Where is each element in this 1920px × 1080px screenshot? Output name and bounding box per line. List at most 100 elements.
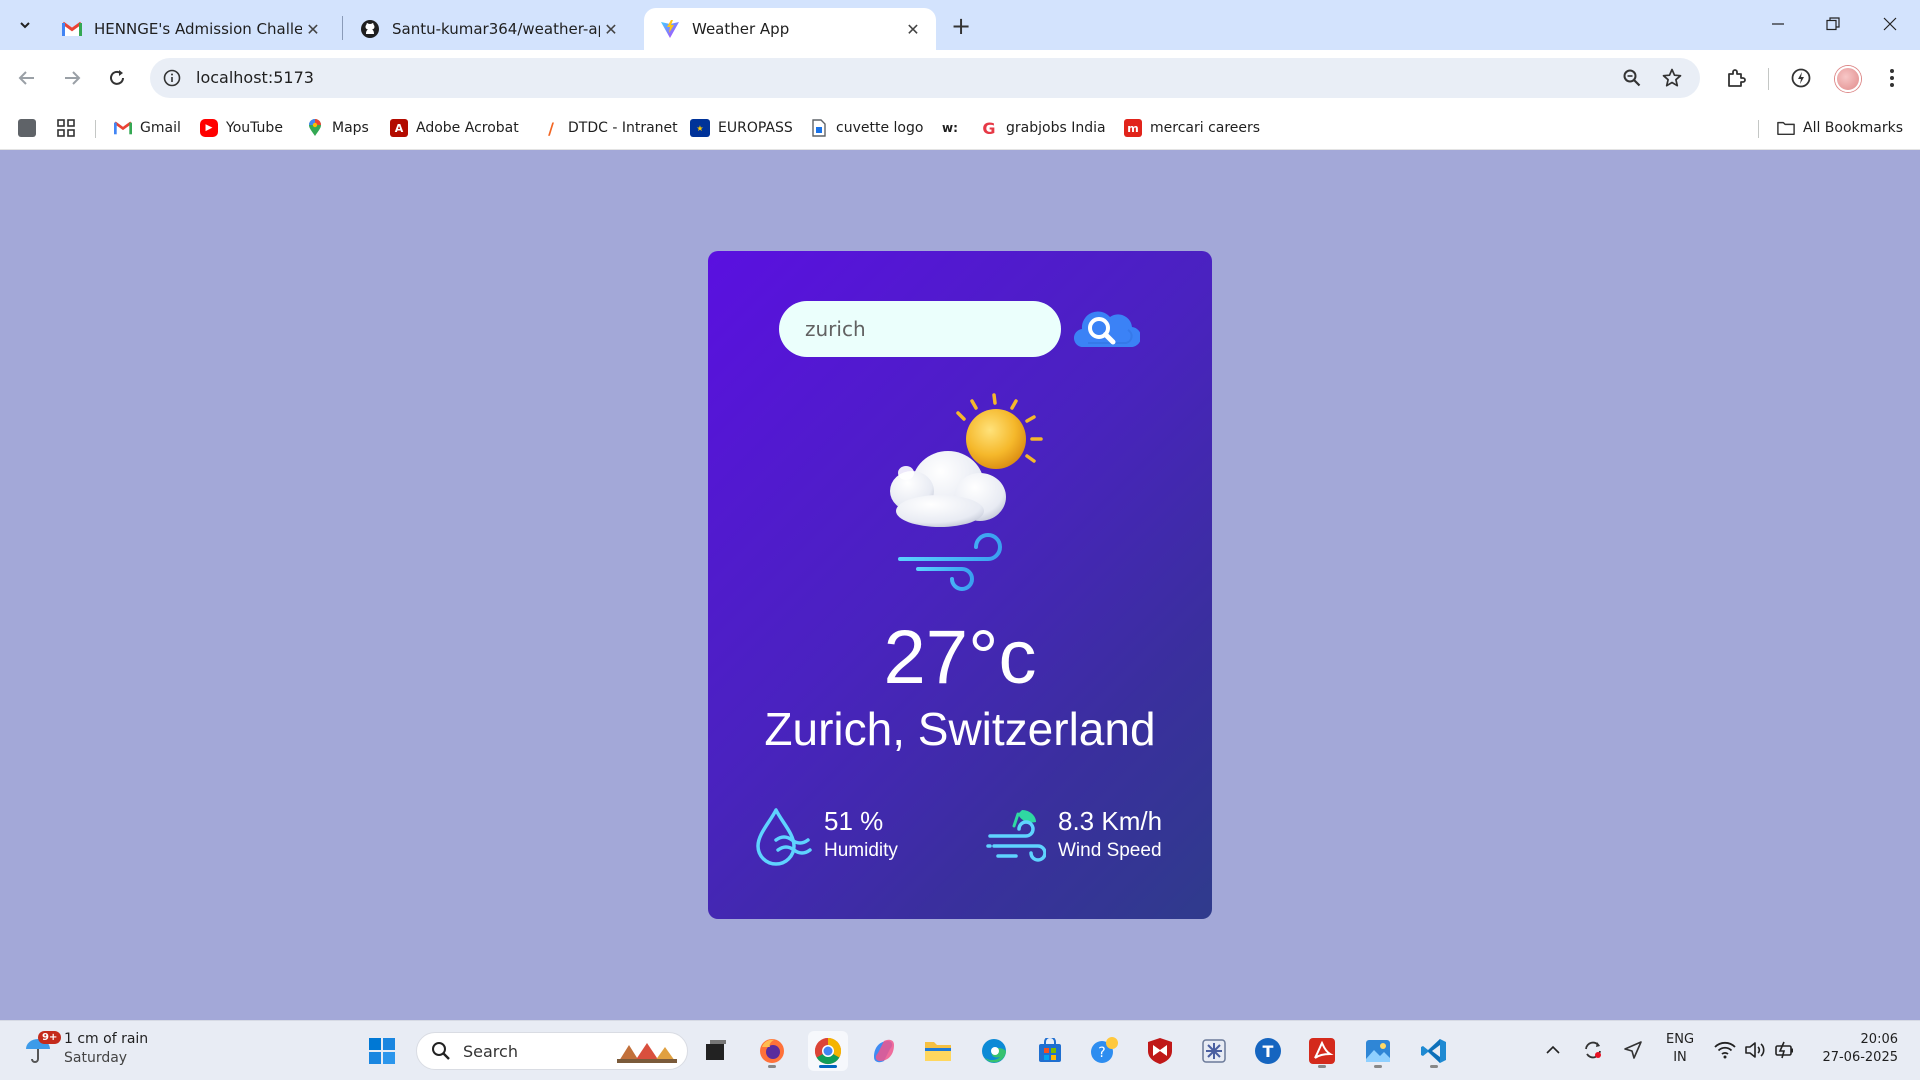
chrome-icon	[814, 1037, 842, 1065]
site-info-icon[interactable]	[160, 66, 184, 90]
location-tray-icon[interactable]	[1620, 1037, 1646, 1063]
search-button[interactable]	[1073, 303, 1142, 353]
bookmark-cuvette[interactable]: cuvette logo	[810, 116, 923, 140]
bookmarks-bar: Gmail ▶ YouTube Maps A Adobe Acrobat / D…	[0, 106, 1920, 150]
volume-tray-icon[interactable]	[1742, 1037, 1768, 1063]
taskbar-search-box[interactable]: Search	[416, 1032, 688, 1070]
svg-text:T: T	[1263, 1042, 1274, 1061]
tab-strip: HENNGE's Admission Challenge ✕ Santu-kum…	[0, 0, 1920, 50]
address-bar[interactable]: localhost:5173	[150, 58, 1700, 98]
wifi-tray-icon[interactable]	[1712, 1037, 1738, 1063]
tab-henngе[interactable]: HENNGE's Admission Challenge ✕	[46, 8, 336, 50]
bookmark-star-icon[interactable]	[1660, 66, 1684, 90]
svg-text:?: ?	[1098, 1045, 1105, 1061]
bookmark-label: grabjobs India	[1006, 120, 1106, 136]
bookmark-label: Adobe Acrobat	[416, 120, 519, 136]
battery-tray-icon[interactable]	[1772, 1037, 1798, 1063]
bookmark-w[interactable]: w:	[942, 116, 958, 140]
system-clock[interactable]: 20:06 27-06-2025	[1816, 1031, 1898, 1067]
taskbar-firefox[interactable]	[752, 1031, 792, 1071]
folder-icon	[925, 1042, 951, 1061]
start-button[interactable]	[362, 1031, 402, 1071]
taskbar-copilot[interactable]	[864, 1031, 904, 1071]
forward-button[interactable]	[55, 61, 89, 95]
vscode-icon	[1421, 1039, 1446, 1063]
bookmark-label: cuvette logo	[836, 120, 924, 136]
wind-icon	[986, 810, 1046, 862]
chevron-up-icon	[1546, 1045, 1560, 1054]
show-hidden-icons-button[interactable]	[1540, 1037, 1566, 1063]
store-icon	[1039, 1038, 1061, 1062]
taskbar-chrome[interactable]	[808, 1031, 848, 1071]
toolbar-divider	[1768, 68, 1769, 90]
bookmark-grabjobs[interactable]: G grabjobs India	[980, 116, 1106, 140]
restore-icon	[1826, 17, 1840, 31]
bookmark-square-app[interactable]	[18, 116, 44, 140]
close-icon[interactable]: ✕	[902, 18, 924, 40]
bookmark-label: Gmail	[140, 120, 181, 136]
bookmark-youtube[interactable]: ▶ YouTube	[200, 116, 283, 140]
close-icon[interactable]: ✕	[302, 18, 324, 40]
taskbar-mcafee[interactable]	[1140, 1031, 1180, 1071]
more-menu-icon[interactable]	[1878, 64, 1906, 92]
close-window-button[interactable]	[1870, 6, 1910, 42]
taskbar-photos[interactable]	[1358, 1031, 1398, 1071]
tab-search-dropdown-button[interactable]	[11, 11, 39, 39]
city-search-input[interactable]	[779, 301, 1061, 357]
taskbar-edge[interactable]	[974, 1031, 1014, 1071]
new-tab-button[interactable]: +	[947, 12, 975, 40]
weather-widget-day: Saturday	[64, 1050, 128, 1066]
windows-logo-icon	[369, 1038, 395, 1064]
file-icon	[812, 119, 826, 137]
taskbar-t-app[interactable]: T	[1248, 1031, 1288, 1071]
tab-title: HENNGE's Admission Challenge	[94, 20, 302, 38]
minimize-button[interactable]	[1758, 6, 1798, 42]
sync-tray-icon[interactable]	[1580, 1037, 1606, 1063]
zoom-icon[interactable]	[1620, 66, 1644, 90]
restore-button[interactable]	[1813, 6, 1853, 42]
bookmark-europass[interactable]: ★ EUROPASS	[690, 116, 793, 140]
close-icon[interactable]: ✕	[600, 18, 622, 40]
taskbar-task-view[interactable]	[695, 1031, 735, 1071]
running-indicator	[819, 1065, 837, 1068]
taskbar-vscode[interactable]	[1414, 1031, 1454, 1071]
taskbar-tips[interactable]: ?	[1084, 1031, 1124, 1071]
reload-button[interactable]	[100, 61, 134, 95]
taskbar-file-explorer[interactable]	[918, 1031, 958, 1071]
bookmark-apps-grid[interactable]	[57, 116, 75, 140]
city-name: Zurich, Switzerland	[764, 703, 1156, 755]
bookmark-mercari[interactable]: m mercari careers	[1124, 116, 1260, 140]
bookmark-adobe-acrobat[interactable]: A Adobe Acrobat	[390, 116, 519, 140]
bookmark-maps[interactable]: Maps	[306, 116, 369, 140]
bookmark-dtdc[interactable]: / DTDC - Intranet	[542, 116, 678, 140]
taskbar-store[interactable]	[1030, 1031, 1070, 1071]
all-bookmarks-button[interactable]: All Bookmarks	[1777, 116, 1903, 140]
page-background: 27°c Zurich, Switzerland 51 % Humidity	[0, 150, 1920, 1020]
performance-icon[interactable]	[1787, 64, 1815, 92]
copilot-icon	[874, 1039, 894, 1063]
bookmark-gmail[interactable]: Gmail	[114, 116, 181, 140]
language-indicator[interactable]: ENG IN	[1666, 1031, 1694, 1067]
notification-badge: 9+	[38, 1031, 62, 1044]
taskbar-snipping[interactable]	[1194, 1031, 1234, 1071]
photos-icon	[1366, 1040, 1390, 1062]
weather-widget[interactable]: 9+ 1 cm of rain Saturday	[24, 1030, 148, 1068]
tab-weather-app[interactable]: Weather App ✕	[644, 8, 936, 50]
edge-icon	[982, 1039, 1006, 1063]
gmail-icon	[114, 121, 132, 135]
speaker-icon	[1745, 1042, 1765, 1058]
maps-icon	[309, 119, 321, 136]
acrobat-icon	[1309, 1038, 1335, 1064]
w-icon: w:	[942, 121, 958, 135]
extensions-icon[interactable]	[1722, 64, 1750, 92]
url-text[interactable]: localhost:5173	[196, 68, 314, 87]
back-button[interactable]	[10, 61, 44, 95]
search-icon	[432, 1042, 450, 1060]
running-indicator	[1318, 1065, 1326, 1068]
tab-github[interactable]: Santu-kumar364/weather-app: ✕	[344, 8, 634, 50]
arrow-right-icon	[65, 71, 81, 85]
profile-avatar[interactable]	[1835, 66, 1861, 92]
humidity-stat: 51 % Humidity	[752, 806, 898, 868]
taskbar-acrobat[interactable]	[1302, 1031, 1342, 1071]
tab-divider	[342, 16, 343, 40]
